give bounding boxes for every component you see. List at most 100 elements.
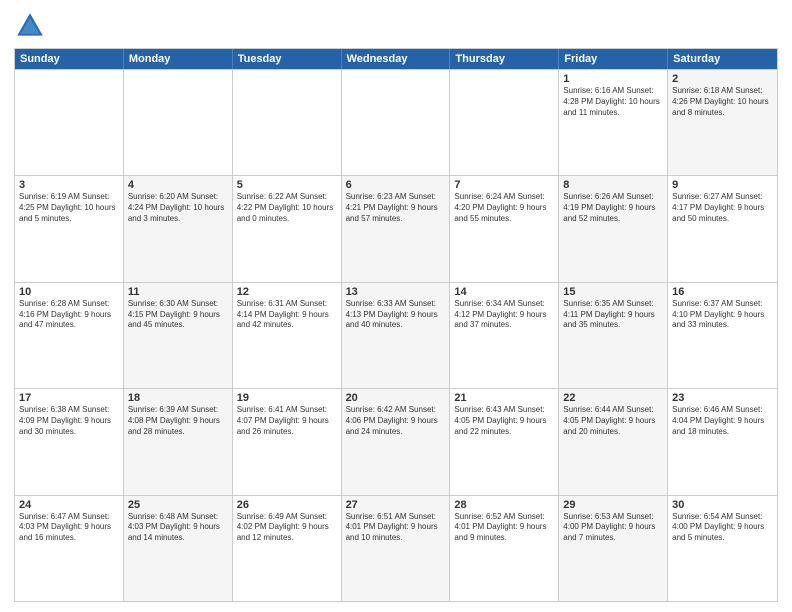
day-number: 9 xyxy=(672,179,773,191)
logo-icon xyxy=(14,10,46,42)
day-number: 11 xyxy=(128,286,228,298)
day-cell-25: 25Sunrise: 6:48 AM Sunset: 4:03 PM Dayli… xyxy=(124,496,233,601)
day-info: Sunrise: 6:35 AM Sunset: 4:11 PM Dayligh… xyxy=(563,299,663,331)
day-cell-6: 6Sunrise: 6:23 AM Sunset: 4:21 PM Daylig… xyxy=(342,176,451,281)
day-cell-7: 7Sunrise: 6:24 AM Sunset: 4:20 PM Daylig… xyxy=(450,176,559,281)
header-day-wednesday: Wednesday xyxy=(342,49,451,69)
day-cell-23: 23Sunrise: 6:46 AM Sunset: 4:04 PM Dayli… xyxy=(668,389,777,494)
day-cell-22: 22Sunrise: 6:44 AM Sunset: 4:05 PM Dayli… xyxy=(559,389,668,494)
day-cell-10: 10Sunrise: 6:28 AM Sunset: 4:16 PM Dayli… xyxy=(15,283,124,388)
day-info: Sunrise: 6:46 AM Sunset: 4:04 PM Dayligh… xyxy=(672,405,773,437)
day-cell-8: 8Sunrise: 6:26 AM Sunset: 4:19 PM Daylig… xyxy=(559,176,668,281)
calendar-row-4: 24Sunrise: 6:47 AM Sunset: 4:03 PM Dayli… xyxy=(15,495,777,601)
day-number: 23 xyxy=(672,392,773,404)
header-day-tuesday: Tuesday xyxy=(233,49,342,69)
calendar-header: SundayMondayTuesdayWednesdayThursdayFrid… xyxy=(15,49,777,69)
day-cell-20: 20Sunrise: 6:42 AM Sunset: 4:06 PM Dayli… xyxy=(342,389,451,494)
day-info: Sunrise: 6:43 AM Sunset: 4:05 PM Dayligh… xyxy=(454,405,554,437)
day-info: Sunrise: 6:53 AM Sunset: 4:00 PM Dayligh… xyxy=(563,512,663,544)
day-info: Sunrise: 6:41 AM Sunset: 4:07 PM Dayligh… xyxy=(237,405,337,437)
day-info: Sunrise: 6:19 AM Sunset: 4:25 PM Dayligh… xyxy=(19,192,119,224)
header-day-saturday: Saturday xyxy=(668,49,777,69)
day-number: 25 xyxy=(128,499,228,511)
day-cell-12: 12Sunrise: 6:31 AM Sunset: 4:14 PM Dayli… xyxy=(233,283,342,388)
calendar-row-2: 10Sunrise: 6:28 AM Sunset: 4:16 PM Dayli… xyxy=(15,282,777,388)
day-number: 27 xyxy=(346,499,446,511)
calendar-body: 1Sunrise: 6:16 AM Sunset: 4:28 PM Daylig… xyxy=(15,69,777,601)
day-number: 3 xyxy=(19,179,119,191)
day-cell-5: 5Sunrise: 6:22 AM Sunset: 4:22 PM Daylig… xyxy=(233,176,342,281)
day-cell-1: 1Sunrise: 6:16 AM Sunset: 4:28 PM Daylig… xyxy=(559,70,668,175)
day-cell-26: 26Sunrise: 6:49 AM Sunset: 4:02 PM Dayli… xyxy=(233,496,342,601)
header-day-thursday: Thursday xyxy=(450,49,559,69)
day-info: Sunrise: 6:47 AM Sunset: 4:03 PM Dayligh… xyxy=(19,512,119,544)
day-number: 5 xyxy=(237,179,337,191)
day-info: Sunrise: 6:44 AM Sunset: 4:05 PM Dayligh… xyxy=(563,405,663,437)
day-number: 21 xyxy=(454,392,554,404)
day-cell-28: 28Sunrise: 6:52 AM Sunset: 4:01 PM Dayli… xyxy=(450,496,559,601)
day-number: 24 xyxy=(19,499,119,511)
day-info: Sunrise: 6:42 AM Sunset: 4:06 PM Dayligh… xyxy=(346,405,446,437)
day-number: 2 xyxy=(672,73,773,85)
day-cell-18: 18Sunrise: 6:39 AM Sunset: 4:08 PM Dayli… xyxy=(124,389,233,494)
calendar-row-3: 17Sunrise: 6:38 AM Sunset: 4:09 PM Dayli… xyxy=(15,388,777,494)
day-info: Sunrise: 6:23 AM Sunset: 4:21 PM Dayligh… xyxy=(346,192,446,224)
day-number: 12 xyxy=(237,286,337,298)
header-day-friday: Friday xyxy=(559,49,668,69)
day-cell-empty-0-2 xyxy=(233,70,342,175)
day-number: 28 xyxy=(454,499,554,511)
day-number: 4 xyxy=(128,179,228,191)
header xyxy=(14,10,778,42)
day-cell-empty-0-4 xyxy=(450,70,559,175)
day-number: 17 xyxy=(19,392,119,404)
day-info: Sunrise: 6:54 AM Sunset: 4:00 PM Dayligh… xyxy=(672,512,773,544)
day-cell-19: 19Sunrise: 6:41 AM Sunset: 4:07 PM Dayli… xyxy=(233,389,342,494)
calendar-row-0: 1Sunrise: 6:16 AM Sunset: 4:28 PM Daylig… xyxy=(15,69,777,175)
day-cell-16: 16Sunrise: 6:37 AM Sunset: 4:10 PM Dayli… xyxy=(668,283,777,388)
logo xyxy=(14,10,50,42)
day-info: Sunrise: 6:20 AM Sunset: 4:24 PM Dayligh… xyxy=(128,192,228,224)
day-cell-empty-0-0 xyxy=(15,70,124,175)
page: SundayMondayTuesdayWednesdayThursdayFrid… xyxy=(0,0,792,612)
day-number: 29 xyxy=(563,499,663,511)
day-cell-13: 13Sunrise: 6:33 AM Sunset: 4:13 PM Dayli… xyxy=(342,283,451,388)
day-number: 20 xyxy=(346,392,446,404)
day-info: Sunrise: 6:37 AM Sunset: 4:10 PM Dayligh… xyxy=(672,299,773,331)
calendar-row-1: 3Sunrise: 6:19 AM Sunset: 4:25 PM Daylig… xyxy=(15,175,777,281)
day-cell-17: 17Sunrise: 6:38 AM Sunset: 4:09 PM Dayli… xyxy=(15,389,124,494)
day-cell-14: 14Sunrise: 6:34 AM Sunset: 4:12 PM Dayli… xyxy=(450,283,559,388)
day-info: Sunrise: 6:51 AM Sunset: 4:01 PM Dayligh… xyxy=(346,512,446,544)
day-number: 18 xyxy=(128,392,228,404)
day-cell-11: 11Sunrise: 6:30 AM Sunset: 4:15 PM Dayli… xyxy=(124,283,233,388)
day-info: Sunrise: 6:24 AM Sunset: 4:20 PM Dayligh… xyxy=(454,192,554,224)
day-info: Sunrise: 6:30 AM Sunset: 4:15 PM Dayligh… xyxy=(128,299,228,331)
day-info: Sunrise: 6:16 AM Sunset: 4:28 PM Dayligh… xyxy=(563,86,663,118)
day-info: Sunrise: 6:52 AM Sunset: 4:01 PM Dayligh… xyxy=(454,512,554,544)
calendar: SundayMondayTuesdayWednesdayThursdayFrid… xyxy=(14,48,778,602)
day-number: 8 xyxy=(563,179,663,191)
day-number: 6 xyxy=(346,179,446,191)
day-number: 14 xyxy=(454,286,554,298)
day-info: Sunrise: 6:34 AM Sunset: 4:12 PM Dayligh… xyxy=(454,299,554,331)
day-number: 22 xyxy=(563,392,663,404)
day-number: 30 xyxy=(672,499,773,511)
day-cell-3: 3Sunrise: 6:19 AM Sunset: 4:25 PM Daylig… xyxy=(15,176,124,281)
day-info: Sunrise: 6:22 AM Sunset: 4:22 PM Dayligh… xyxy=(237,192,337,224)
day-number: 13 xyxy=(346,286,446,298)
day-number: 1 xyxy=(563,73,663,85)
day-cell-24: 24Sunrise: 6:47 AM Sunset: 4:03 PM Dayli… xyxy=(15,496,124,601)
day-cell-30: 30Sunrise: 6:54 AM Sunset: 4:00 PM Dayli… xyxy=(668,496,777,601)
day-cell-29: 29Sunrise: 6:53 AM Sunset: 4:00 PM Dayli… xyxy=(559,496,668,601)
day-cell-21: 21Sunrise: 6:43 AM Sunset: 4:05 PM Dayli… xyxy=(450,389,559,494)
day-cell-15: 15Sunrise: 6:35 AM Sunset: 4:11 PM Dayli… xyxy=(559,283,668,388)
day-number: 16 xyxy=(672,286,773,298)
header-day-sunday: Sunday xyxy=(15,49,124,69)
day-number: 10 xyxy=(19,286,119,298)
day-cell-27: 27Sunrise: 6:51 AM Sunset: 4:01 PM Dayli… xyxy=(342,496,451,601)
day-info: Sunrise: 6:18 AM Sunset: 4:26 PM Dayligh… xyxy=(672,86,773,118)
day-number: 19 xyxy=(237,392,337,404)
day-info: Sunrise: 6:26 AM Sunset: 4:19 PM Dayligh… xyxy=(563,192,663,224)
day-cell-4: 4Sunrise: 6:20 AM Sunset: 4:24 PM Daylig… xyxy=(124,176,233,281)
day-cell-2: 2Sunrise: 6:18 AM Sunset: 4:26 PM Daylig… xyxy=(668,70,777,175)
day-info: Sunrise: 6:39 AM Sunset: 4:08 PM Dayligh… xyxy=(128,405,228,437)
